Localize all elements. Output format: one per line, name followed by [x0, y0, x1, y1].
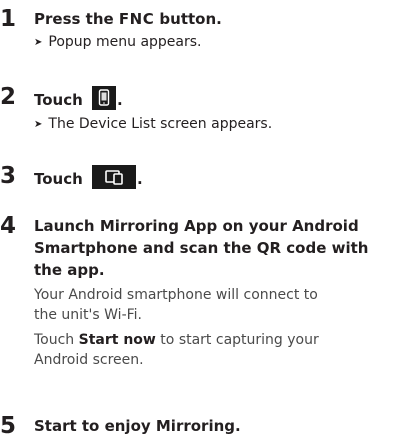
- step-result-text: The Device List screen appears.: [48, 116, 273, 132]
- start-now-label: Start now: [78, 332, 156, 348]
- step-title-text: Touch: [34, 170, 89, 188]
- step-title-text: .: [137, 170, 143, 188]
- step-title: Press the FNC button.: [34, 8, 222, 30]
- step-title-line: the app.: [34, 261, 105, 279]
- step-title-text: Press the: [34, 10, 119, 28]
- mirroring-icon[interactable]: [92, 165, 137, 189]
- arrow-icon: ➤: [34, 119, 43, 130]
- step-title: Touch .: [34, 86, 123, 111]
- step-number: 5: [0, 413, 17, 439]
- body-line: Touch Start now to start capturing your: [34, 330, 394, 350]
- step-title-text: button.: [154, 10, 222, 28]
- step-result: ➤ Popup menu appears.: [34, 32, 202, 54]
- step-title: Start to enjoy Mirroring.: [34, 417, 241, 435]
- fnc-key-label: FNC: [118, 10, 155, 28]
- body-text: to start capturing your: [155, 332, 319, 348]
- step-result-text: Popup menu appears.: [48, 34, 202, 50]
- body-line: the unit's Wi-Fi.: [34, 307, 142, 323]
- step-title-text: .: [117, 91, 123, 109]
- step-title-line: Smartphone and scan the QR code with: [34, 239, 369, 257]
- body-line: Android screen.: [34, 352, 144, 368]
- step-title-text: Touch: [34, 91, 89, 109]
- step-title: Launch Mirroring App on your Android Sma…: [34, 215, 399, 281]
- step-number: 3: [0, 163, 17, 189]
- body-line: Your Android smartphone will connect to: [34, 287, 318, 303]
- step-body-paragraph: Your Android smartphone will connect to …: [34, 285, 394, 325]
- device-list-icon[interactable]: [92, 86, 117, 110]
- arrow-icon: ➤: [34, 37, 43, 48]
- step-result: ➤ The Device List screen appears.: [34, 114, 272, 136]
- step-body-paragraph: Touch Start now to start capturing your …: [34, 330, 394, 370]
- step-title: Touch .: [34, 165, 143, 190]
- step-title-line: Launch Mirroring App on your Android: [34, 217, 359, 235]
- body-text: Touch: [34, 332, 79, 348]
- step-number: 1: [0, 6, 17, 32]
- step-number: 4: [0, 213, 17, 239]
- step-number: 2: [0, 84, 17, 110]
